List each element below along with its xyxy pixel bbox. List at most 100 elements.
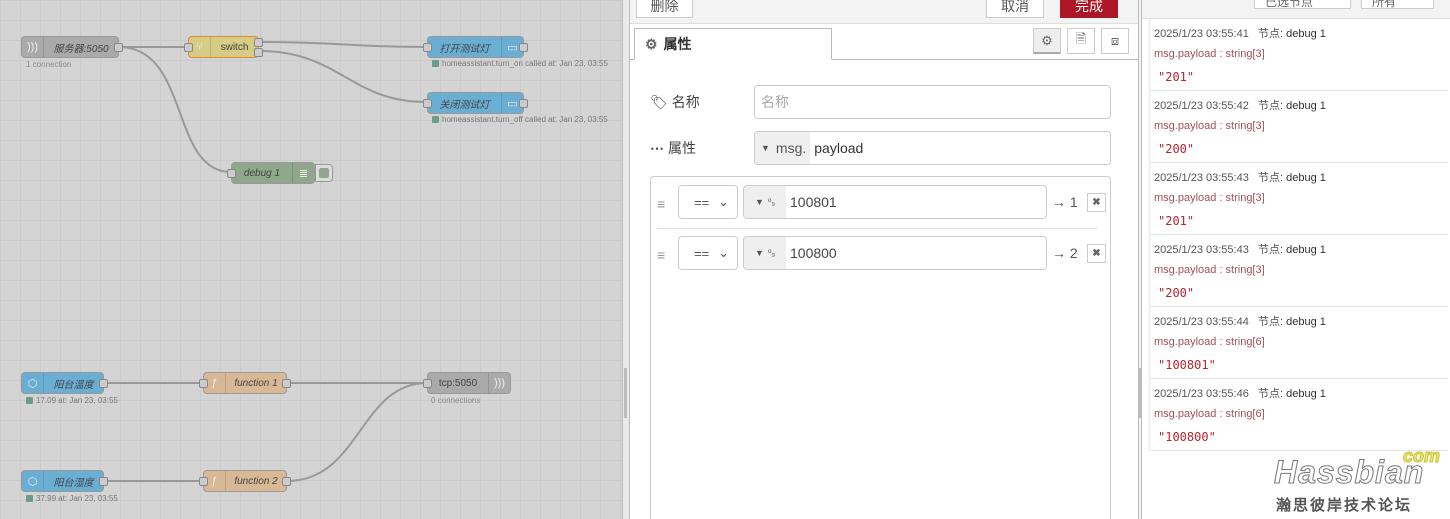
message-path: msg.payload : string[3]: [1154, 264, 1265, 276]
message-path: msg.payload : string[6]: [1154, 336, 1265, 348]
message-meta: 2025/1/23 03:55:43 节点: debug 1: [1154, 244, 1326, 256]
output-port-1[interactable]: [254, 38, 263, 47]
output-port[interactable]: [282, 379, 291, 388]
input-port[interactable]: [199, 477, 208, 486]
appearance-button[interactable]: ⧈: [1101, 28, 1129, 54]
output-port[interactable]: [519, 43, 528, 52]
debug-message[interactable]: 2025/1/23 03:55:41 节点: debug 1 msg.payloa…: [1151, 19, 1448, 91]
node-status: homeassistant.turn_on called at: Jan 23,…: [432, 59, 608, 68]
output-port[interactable]: [99, 379, 108, 388]
wire: [258, 50, 428, 103]
caret-down-icon: ▼: [754, 197, 764, 207]
input-port[interactable]: [423, 99, 432, 108]
output-port[interactable]: [519, 99, 528, 108]
input-port[interactable]: [423, 379, 432, 388]
input-port[interactable]: [184, 43, 193, 52]
debug-toggle-button[interactable]: [315, 164, 333, 182]
debug-message[interactable]: 2025/1/23 03:55:46 节点: debug 1 msg.payloa…: [1151, 379, 1448, 451]
turn-on-node[interactable]: 打开测试灯 ▭: [423, 36, 528, 58]
editor-splitter[interactable]: [622, 0, 630, 519]
tab-properties[interactable]: ⚙ 属性: [634, 28, 832, 60]
message-path: msg.payload : string[6]: [1154, 408, 1265, 420]
turn-off-node[interactable]: 关闭测试灯 ▭: [423, 92, 528, 114]
tcp-in-node[interactable]: ))) 服务器:5050: [21, 36, 123, 58]
switch-node[interactable]: ⑂ switch: [184, 36, 263, 58]
edit-panel: 删除 取消 完成 ⚙ 属性 ⚙ 🗎 ⧈ 🏷 名称 名称 ⋯ 属性 ▼ msg. paylo…: [630, 0, 1138, 519]
ellipsis-icon: ⋯: [650, 139, 664, 156]
list-icon: ≣: [292, 163, 314, 183]
filter-all-button[interactable]: 所有: [1361, 0, 1434, 9]
cancel-button[interactable]: 取消: [986, 0, 1044, 18]
node-link[interactable]: debug 1: [1286, 388, 1326, 400]
node-status: 37.99 at: Jan 23, 03:55: [26, 494, 118, 503]
node-status: 17.09 at: Jan 23, 03:55: [26, 396, 118, 405]
done-button[interactable]: 完成: [1060, 0, 1118, 18]
frame-icon: ⧈: [1110, 33, 1120, 48]
output-port[interactable]: [114, 43, 123, 52]
message-path: msg.payload : string[3]: [1154, 120, 1265, 132]
tcp-out-node[interactable]: tcp:5050))): [423, 372, 511, 394]
debug-message[interactable]: 2025/1/23 03:55:43 节点: debug 1 msg.payloa…: [1151, 235, 1448, 307]
message-value: "100801": [1158, 358, 1216, 372]
wire: [118, 46, 232, 173]
rule-value-input[interactable]: ▼ ⁰₉ 100800: [743, 236, 1047, 270]
home-assistant-icon: ⬡: [22, 373, 44, 393]
chevron-down-icon: ⌄: [718, 245, 729, 260]
drag-handle-icon[interactable]: ≡: [657, 247, 665, 263]
rule-value-input[interactable]: ▼ ⁰₉ 100801: [743, 185, 1047, 219]
remove-rule-button[interactable]: ✖: [1087, 244, 1106, 263]
caret-down-icon: ▼: [761, 143, 770, 153]
input-port[interactable]: [227, 169, 236, 178]
debug-messages[interactable]: 2025/1/23 03:55:41 节点: debug 1 msg.payloa…: [1148, 19, 1448, 451]
wires: [104, 41, 428, 482]
tag-icon: 🏷: [650, 93, 668, 110]
drag-handle-icon[interactable]: ≡: [657, 196, 665, 212]
node-link[interactable]: debug 1: [1286, 28, 1326, 40]
name-label: 🏷 名称: [650, 93, 700, 111]
debug-message[interactable]: 2025/1/23 03:55:44 节点: debug 1 msg.payloa…: [1151, 307, 1448, 379]
temperature-node[interactable]: ⬡ 阳台温度: [21, 372, 108, 394]
filter-selected-button[interactable]: 已选节点: [1254, 0, 1351, 9]
document-icon: 🗎: [1075, 31, 1087, 46]
remove-rule-button[interactable]: ✖: [1087, 193, 1106, 212]
caret-down-icon: ▼: [754, 248, 764, 258]
message-meta: 2025/1/23 03:55:43 节点: debug 1: [1154, 172, 1326, 184]
property-type-select[interactable]: ▼ msg.: [755, 132, 811, 164]
close-icon: ✖: [1092, 197, 1101, 208]
operator-select[interactable]: == ⌄: [678, 236, 738, 270]
output-label: → 1: [1052, 194, 1078, 210]
value-type-select[interactable]: ▼ ⁰₉: [744, 237, 786, 269]
delete-button[interactable]: 删除: [636, 0, 693, 18]
debug-message[interactable]: 2025/1/23 03:55:43 节点: debug 1 msg.payloa…: [1151, 163, 1448, 235]
input-port[interactable]: [423, 43, 432, 52]
message-value: "201": [1158, 214, 1195, 228]
output-port-2[interactable]: [254, 48, 263, 57]
operator-select[interactable]: == ⌄: [678, 185, 738, 219]
node-status: 1 connection: [26, 60, 72, 69]
debug-message[interactable]: 2025/1/23 03:55:42 节点: debug 1 msg.payloa…: [1151, 91, 1448, 163]
function-2-node[interactable]: ƒ function 2: [199, 470, 291, 492]
hassbian-watermark: com Hassbian 瀚思彼岸技术论坛: [1273, 446, 1440, 515]
humidity-node[interactable]: ⬡ 阳台湿度: [21, 470, 108, 492]
editor-toolbar: 删除 取消 完成: [630, 0, 1138, 24]
function-1-node[interactable]: ƒ function 1: [199, 372, 291, 394]
value-type-select[interactable]: ▼ ⁰₉: [744, 186, 786, 218]
rules-list: ≡ == ⌄ ▼ ⁰₉ 100801 → 1 ✖ ≡ == ⌄ ▼ ⁰₉ 100800 → …: [650, 176, 1111, 519]
node-link[interactable]: debug 1: [1286, 172, 1326, 184]
property-input[interactable]: ▼ msg. payload: [754, 131, 1111, 165]
output-port[interactable]: [282, 477, 291, 486]
input-port[interactable]: [199, 379, 208, 388]
description-button[interactable]: 🗎: [1067, 28, 1095, 54]
name-input[interactable]: 名称: [754, 85, 1111, 119]
output-port[interactable]: [99, 477, 108, 486]
node-link[interactable]: debug 1: [1286, 244, 1326, 256]
message-path: msg.payload : string[3]: [1154, 192, 1265, 204]
gear-icon: ⚙: [645, 35, 658, 52]
node-status: homeassistant.turn_off called at: Jan 23…: [432, 115, 608, 124]
node-link[interactable]: debug 1: [1286, 100, 1326, 112]
node-link[interactable]: debug 1: [1286, 316, 1326, 328]
debug-node[interactable]: debug 1 ≣: [227, 162, 315, 184]
settings-button[interactable]: ⚙: [1033, 28, 1061, 54]
flow-canvas[interactable]: ))) 服务器:5050 1 connection ⑂ switch 打开测试灯 ▭ …: [0, 0, 622, 519]
wire: [286, 382, 428, 482]
